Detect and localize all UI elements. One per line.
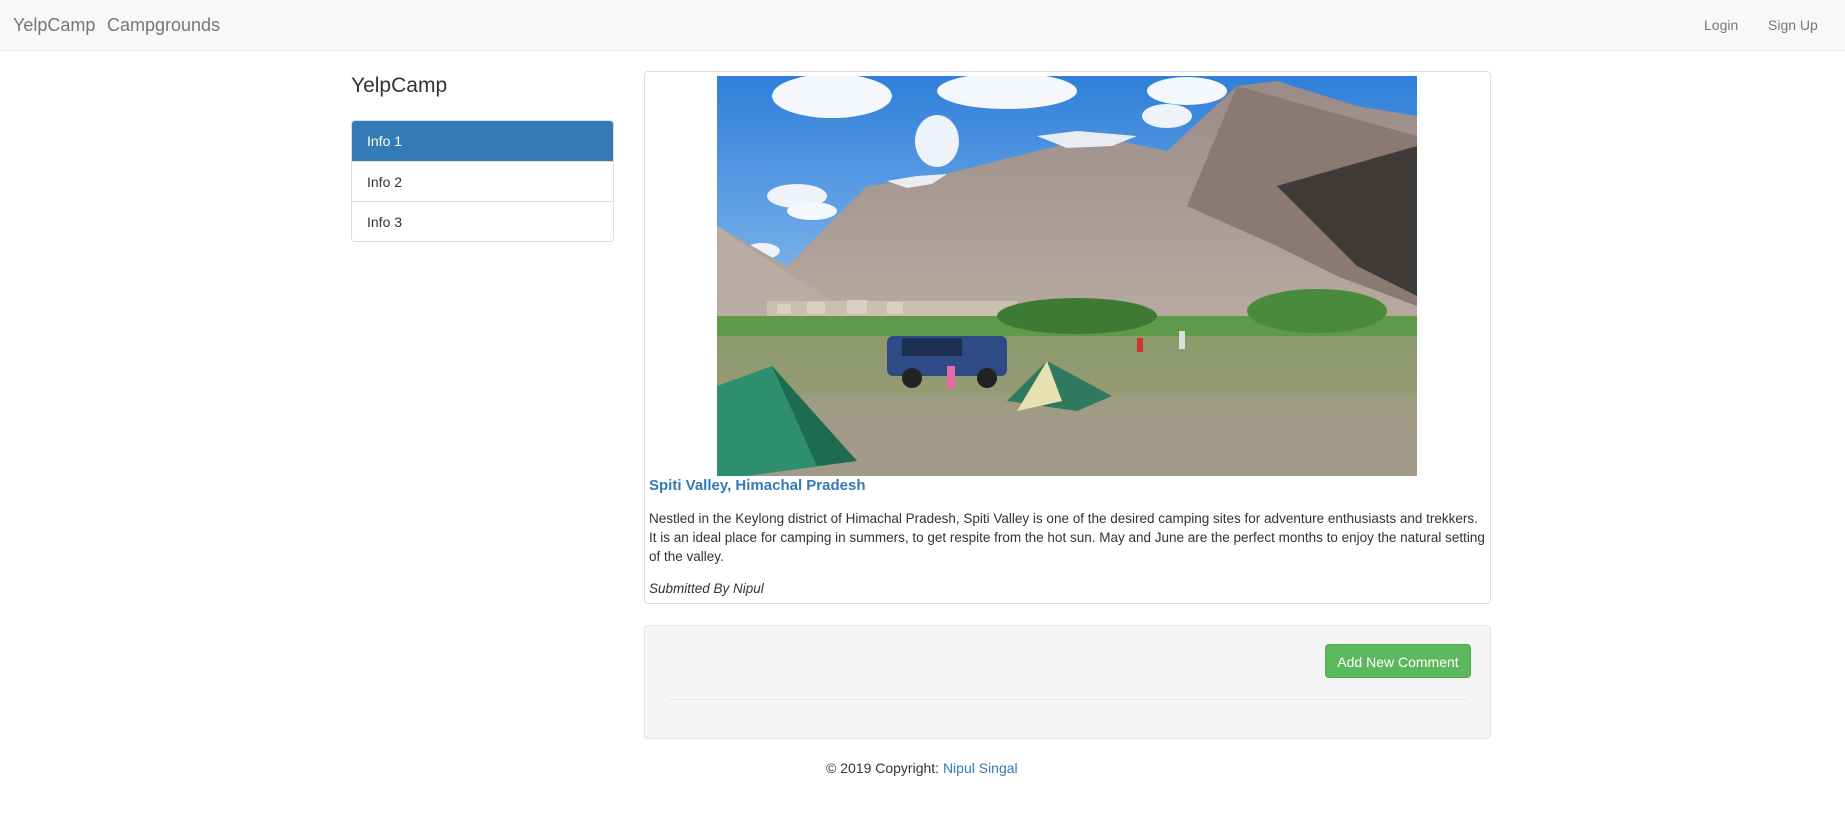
sidebar-item-info-2[interactable]: Info 2 <box>352 161 613 201</box>
footer-author-link[interactable]: Nipul Singal <box>943 760 1018 776</box>
campground-image <box>717 76 1417 476</box>
brand-link[interactable]: YelpCamp <box>13 15 95 36</box>
sidebar-item-info-3[interactable]: Info 3 <box>352 201 613 241</box>
footer: © 2019 Copyright: Nipul Singal <box>826 760 1018 776</box>
campground-name-link[interactable]: Spiti Valley, Himachal Pradesh <box>649 477 865 494</box>
campground-submitted-by: Submitted By Nipul <box>649 581 764 596</box>
comments-divider <box>669 699 1467 700</box>
nav-campgrounds-link[interactable]: Campgrounds <box>107 15 220 36</box>
sidebar-list: Info 1 Info 2 Info 3 <box>351 120 614 242</box>
nav-signup-link[interactable]: Sign Up <box>1768 17 1818 33</box>
add-new-comment-button[interactable]: Add New Comment <box>1325 644 1471 678</box>
navbar: YelpCamp Campgrounds Login Sign Up <box>0 0 1845 51</box>
sidebar-item-info-1[interactable]: Info 1 <box>352 121 613 161</box>
campground-card: Spiti Valley, Himachal Pradesh Nestled i… <box>644 71 1491 604</box>
footer-copyright-text: © 2019 Copyright: <box>826 760 940 776</box>
campground-description: Nestled in the Keylong district of Himac… <box>649 511 1485 564</box>
nav-login-link[interactable]: Login <box>1704 17 1738 33</box>
comments-panel: Add New Comment <box>644 625 1491 739</box>
sidebar-title: YelpCamp <box>351 74 448 97</box>
